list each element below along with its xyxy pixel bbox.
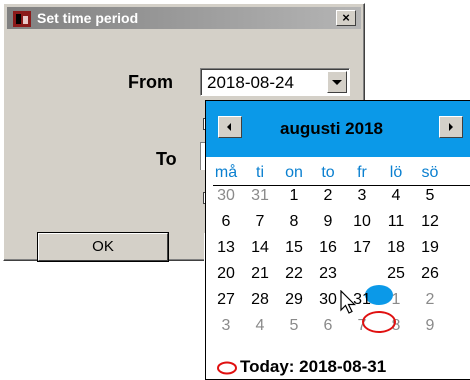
day-cell[interactable]: 4 bbox=[383, 187, 409, 205]
day-cell[interactable]: 13 bbox=[213, 239, 239, 257]
weekday-header: fr bbox=[357, 164, 367, 181]
chevron-down-icon bbox=[332, 80, 342, 85]
day-cell[interactable]: 21 bbox=[247, 265, 273, 283]
weekday-header: on bbox=[285, 164, 303, 181]
calendar-header: augusti 2018 bbox=[206, 101, 470, 157]
day-cell[interactable]: 27 bbox=[213, 291, 239, 309]
weekday-header: sö bbox=[421, 164, 439, 181]
arrow-left-icon bbox=[227, 123, 231, 131]
day-cell[interactable]: 25 bbox=[383, 265, 409, 283]
from-dropdown-button[interactable] bbox=[327, 71, 347, 93]
day-cell[interactable]: 5 bbox=[417, 187, 443, 205]
close-button[interactable]: × bbox=[336, 10, 356, 26]
from-date-combo[interactable]: 2018-08-24 bbox=[200, 68, 350, 96]
day-cell[interactable]: 6 bbox=[315, 317, 341, 335]
day-cell[interactable]: 26 bbox=[417, 265, 443, 283]
day-cell[interactable]: 7 bbox=[247, 213, 273, 231]
today-marker bbox=[362, 311, 396, 333]
day-cell[interactable]: 31 bbox=[247, 187, 273, 205]
day-cell[interactable]: 6 bbox=[213, 213, 239, 231]
weekday-header: to bbox=[321, 164, 335, 181]
day-cell-selected[interactable]: 24 bbox=[349, 265, 375, 283]
day-cell[interactable]: 15 bbox=[281, 239, 307, 257]
weekday-header: lö bbox=[389, 164, 403, 181]
day-cell[interactable]: 9 bbox=[315, 213, 341, 231]
day-cell[interactable]: 8 bbox=[281, 213, 307, 231]
ok-button[interactable]: OK bbox=[38, 233, 168, 261]
arrow-right-icon bbox=[449, 123, 453, 131]
title-bar[interactable]: Set time period × bbox=[7, 7, 361, 29]
from-date-value: 2018-08-24 bbox=[207, 73, 294, 92]
dialog-title: Set time period bbox=[37, 10, 139, 26]
day-cell[interactable]: 19 bbox=[417, 239, 443, 257]
today-circle-icon bbox=[217, 361, 237, 375]
day-cell[interactable]: 3 bbox=[349, 187, 375, 205]
day-cell[interactable]: 3 bbox=[213, 317, 239, 335]
calendar-popup: augusti 2018 må ti on to fr lö sö 30 31 1 2 3 4 5 6 7 8… bbox=[205, 100, 470, 380]
previous-month-button[interactable] bbox=[218, 116, 242, 138]
day-cell[interactable]: 20 bbox=[213, 265, 239, 283]
weekday-header: ti bbox=[256, 164, 264, 181]
next-month-button[interactable] bbox=[439, 116, 463, 138]
day-cell[interactable]: 12 bbox=[417, 213, 443, 231]
day-cell[interactable]: 28 bbox=[247, 291, 273, 309]
day-cell[interactable]: 5 bbox=[281, 317, 307, 335]
month-title: augusti 2018 bbox=[280, 119, 383, 138]
day-cell[interactable]: 30 bbox=[315, 291, 341, 309]
day-cell[interactable]: 1 bbox=[281, 187, 307, 205]
day-cell[interactable]: 17 bbox=[349, 239, 375, 257]
day-cell[interactable]: 2 bbox=[417, 291, 443, 309]
day-cell[interactable]: 16 bbox=[315, 239, 341, 257]
to-label: To bbox=[156, 149, 177, 169]
day-cell[interactable]: 18 bbox=[383, 239, 409, 257]
day-cell[interactable]: 22 bbox=[281, 265, 307, 283]
weekday-header: må bbox=[214, 164, 238, 181]
mouse-cursor-icon bbox=[340, 290, 356, 314]
day-cell[interactable]: 9 bbox=[417, 317, 443, 335]
day-cell[interactable]: 29 bbox=[281, 291, 307, 309]
weekday-divider bbox=[213, 185, 470, 186]
close-icon: × bbox=[342, 10, 350, 25]
from-label: From bbox=[128, 72, 173, 92]
day-cell[interactable]: 11 bbox=[383, 213, 409, 231]
day-cell[interactable]: 1 bbox=[383, 291, 409, 309]
day-cell[interactable]: 23 bbox=[315, 265, 341, 283]
today-button[interactable]: Today: 2018-08-31 bbox=[240, 357, 386, 377]
day-cell[interactable]: 4 bbox=[247, 317, 273, 335]
day-cell[interactable]: 30 bbox=[213, 187, 239, 205]
day-cell[interactable]: 14 bbox=[247, 239, 273, 257]
day-cell[interactable]: 10 bbox=[349, 213, 375, 231]
app-icon bbox=[13, 11, 31, 27]
day-cell[interactable]: 2 bbox=[315, 187, 341, 205]
